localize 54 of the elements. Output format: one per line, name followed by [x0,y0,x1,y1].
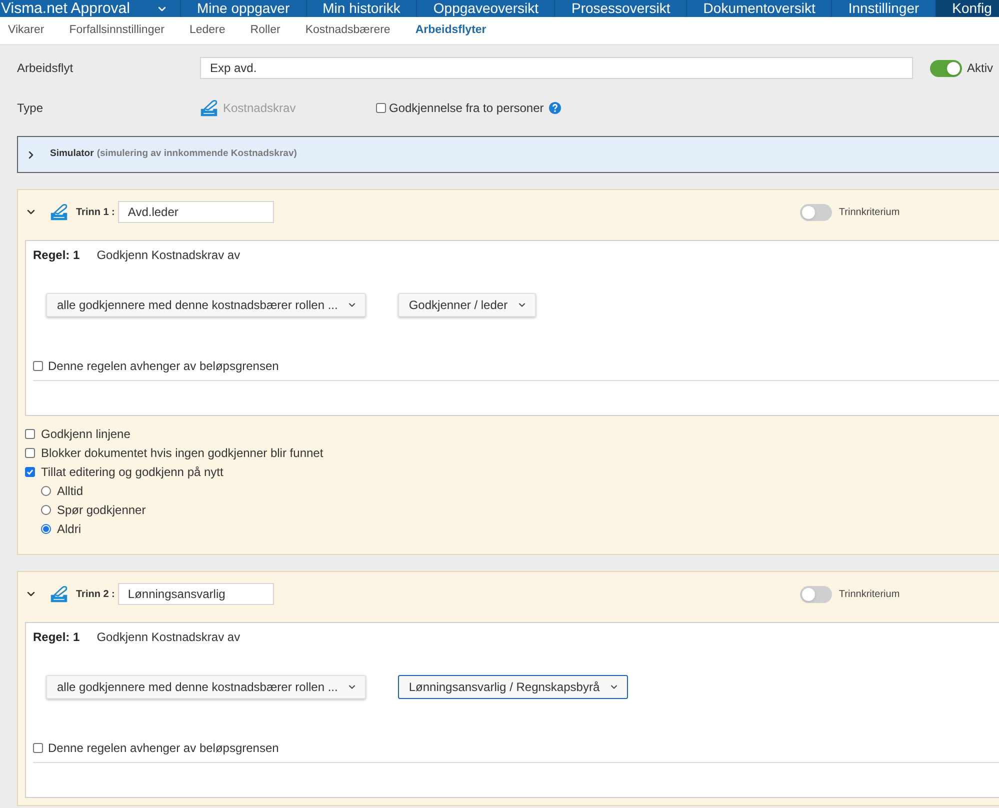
step-label: Trinn 1 : [76,206,115,220]
checkbox-label: Denne regelen avhenger av beløpsgrensen [48,740,279,757]
subnav-tab[interactable]: Kostnadsbærere [305,22,390,40]
checkbox[interactable] [25,448,35,458]
dropdown[interactable]: alle godkjennere med denne kostnadsbærer rollen ... [46,675,366,699]
dropdown[interactable]: Lønningsansvarlig / Regnskapsbyrå [398,675,628,699]
subnav-tab[interactable]: Vikarer [8,22,44,40]
checkbox-label: Tillat editering og godkjenn på nytt [41,464,224,480]
radio-label: Aldri [57,520,82,538]
toggle-switch[interactable] [800,204,832,220]
dropdown[interactable]: alle godkjennere med denne kostnadsbærer rollen ... [46,293,366,317]
radio-button[interactable] [41,504,51,514]
subnav-tab[interactable]: Roller [250,22,280,40]
rule-label: Regel: 1 [33,629,80,646]
help-icon[interactable] [548,102,561,114]
subnav-tab[interactable]: Arbeidsflyter [415,22,486,40]
dropdown[interactable]: Godkjenner / leder [398,293,536,317]
step-label: Trinn 2 : [76,588,115,602]
radio-label: Alltid [57,482,84,500]
workflow-name-field[interactable]: Exp avd. [200,57,913,79]
simulator-title: Simulator [50,147,94,162]
checkbox[interactable] [25,428,35,438]
step-name-field[interactable]: Avd.leder [118,201,274,223]
rule-description: Godkjenn Kostnadskrav av [96,629,240,646]
checkbox[interactable] [33,743,43,753]
checkbox-label: Blokker dokumentet hvis ingen godkjenner blir funnet [41,444,324,462]
checkbox[interactable] [376,103,386,113]
checkbox[interactable] [33,361,43,371]
checkbox-label: Godkjenn linjene [41,426,130,442]
toggle-label: Aktiv [967,60,994,77]
nav-tab[interactable]: Konfig [935,0,999,17]
rule-description: Godkjenn Kostnadskrav av [96,247,240,264]
step-name-field[interactable]: Lønningsansvarlig [118,583,274,605]
toggle-switch[interactable] [930,60,962,76]
checkbox[interactable] [25,466,35,476]
field-label: Type [17,100,44,117]
pen-tray-icon [200,99,218,117]
app-menu-button[interactable]: Visma.net Approval [0,0,180,17]
subnav-tab[interactable]: Ledere [189,22,226,40]
toggle-switch[interactable] [800,586,832,602]
radio-label: Spør godkjenner [57,502,146,518]
radio-button[interactable] [41,524,51,534]
toggle-label: Trinnkriterium [838,206,900,220]
checkbox-label: Godkjennelse fra to personer [389,100,544,117]
subnav-tab[interactable]: Forfallsinnstillinger [69,22,164,40]
type-value: Kostnadskrav [223,100,296,117]
pen-tray-icon [50,585,68,603]
pen-tray-icon [50,203,68,221]
radio-button[interactable] [41,486,51,496]
rule-label: Regel: 1 [33,247,80,264]
field-label: Arbeidsflyt [17,60,74,77]
simulator-subtitle: (simulering av innkommende Kostnadskrav) [96,147,297,162]
checkbox-label: Denne regelen avhenger av beløpsgrensen [48,358,279,375]
toggle-label: Trinnkriterium [838,588,900,602]
